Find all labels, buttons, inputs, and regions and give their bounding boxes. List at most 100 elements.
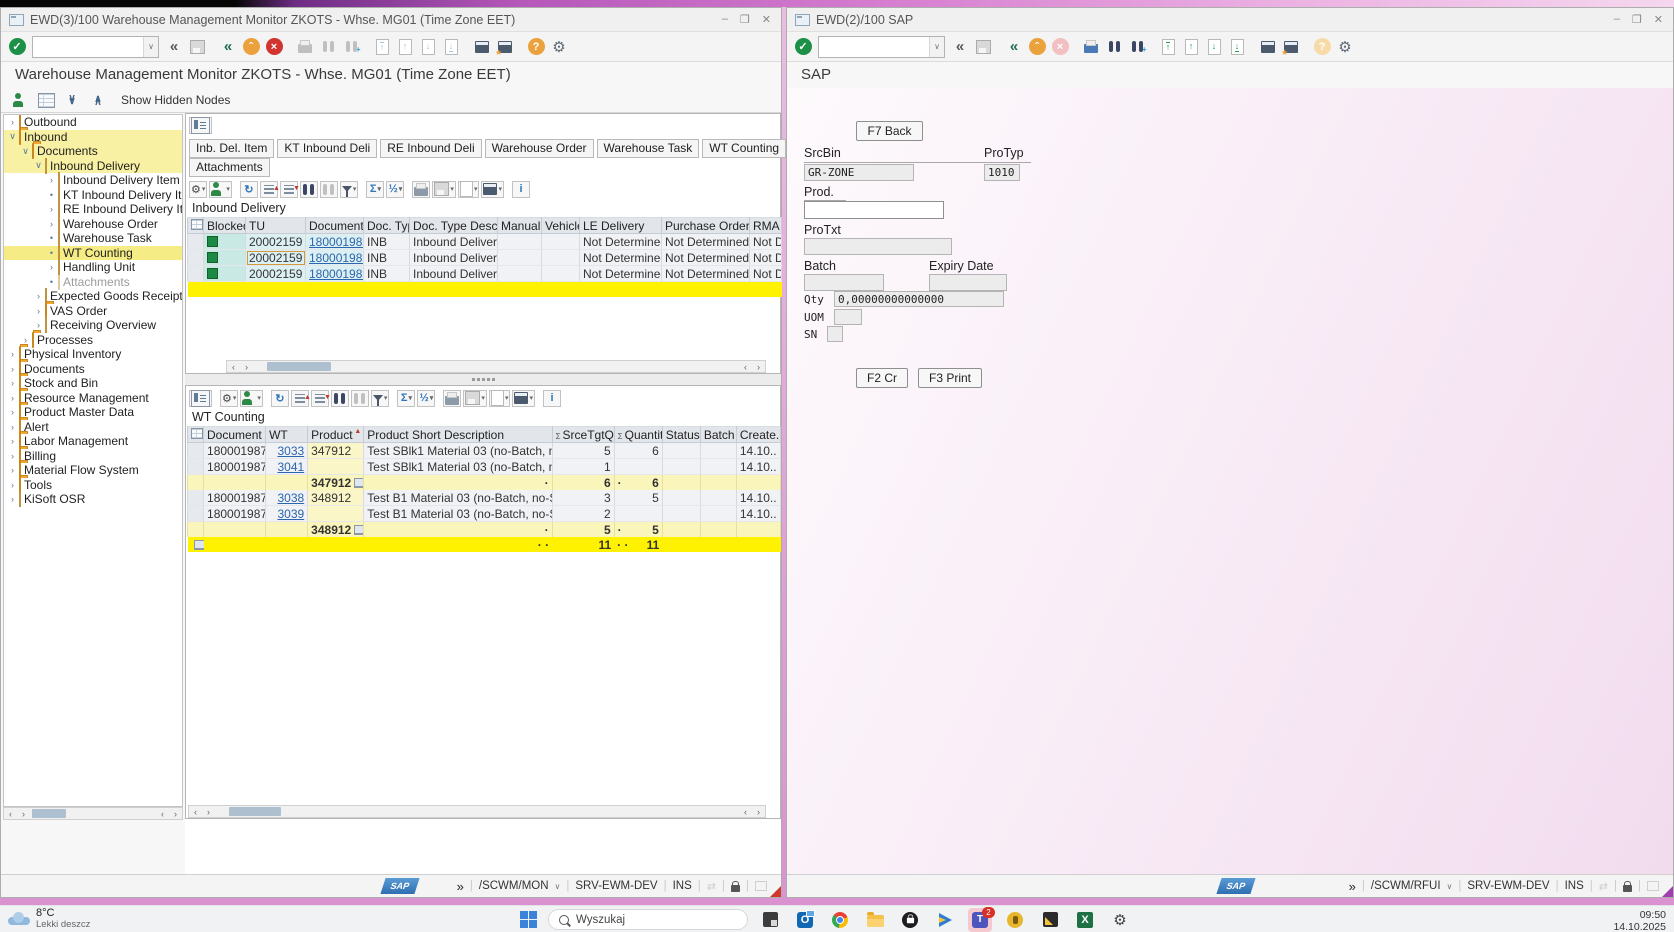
filter-icon[interactable]: ▾ (371, 390, 390, 407)
tree-item-warehouse-task[interactable]: •Warehouse Task (4, 231, 182, 246)
resize-grip[interactable] (770, 886, 781, 897)
tree-expand-icon[interactable]: › (8, 378, 17, 388)
selected-empty-row[interactable] (188, 282, 782, 298)
statusbar-expand-icon[interactable]: » (457, 879, 464, 894)
statusbar-expand-icon[interactable]: » (1349, 879, 1356, 894)
wt-link[interactable]: 3038 (277, 491, 304, 505)
find-icon[interactable] (331, 390, 349, 407)
column-header-srcetgtqty[interactable]: ΣSrceTgtQty (552, 427, 614, 443)
tree-expand-icon[interactable]: › (8, 480, 17, 490)
pagedown-icon[interactable]: ↓ (1204, 36, 1224, 57)
panel-splitter[interactable] (185, 374, 781, 385)
show-hidden-nodes-button[interactable]: Show Hidden Nodes (121, 93, 230, 107)
tree-item-handling-unit[interactable]: ›Handling Unit (4, 260, 182, 275)
collapse-subtotal-icon[interactable] (354, 478, 364, 488)
tree-expand-icon[interactable]: › (8, 436, 17, 446)
enter-icon[interactable]: ✓ (7, 36, 27, 57)
tab-kt-inbound-deli[interactable]: KT Inbound Deli (277, 139, 377, 158)
tree-collapse-icon[interactable]: ∨ (34, 160, 43, 171)
tree-item-attachments[interactable]: •Attachments (4, 275, 182, 290)
tree-item-inbound-delivery-item[interactable]: ›Inbound Delivery Item (4, 173, 182, 188)
tree-item-inbound-delivery[interactable]: ∨Inbound Delivery (4, 159, 182, 174)
export-icon[interactable]: ▾ (463, 390, 487, 407)
column-header-tu[interactable]: TU (246, 218, 306, 234)
tree-expand-icon[interactable]: › (8, 494, 17, 504)
uom-field[interactable] (834, 309, 862, 325)
table-row[interactable]: 20002159180001985INBInbound DeliveryNot … (188, 234, 782, 250)
print-icon[interactable] (443, 390, 461, 407)
subtotal-icon[interactable]: ½▾ (417, 390, 435, 407)
f3-print-button[interactable]: F3 Print (918, 368, 982, 388)
column-header-rma-nu-[interactable]: RMA Nu. (750, 218, 782, 234)
lock-icon[interactable] (731, 885, 740, 892)
back-icon[interactable]: « (218, 36, 238, 57)
sap-logon-flag-icon[interactable] (933, 908, 957, 932)
outline-view-icon[interactable] (189, 117, 212, 134)
collapse-all-icon[interactable]: ∨∨ (89, 91, 107, 109)
collapse-subtotal-icon[interactable] (354, 525, 364, 535)
outline-view-icon[interactable] (189, 390, 212, 407)
scroll-right-icon[interactable]: › (240, 361, 253, 372)
alv-settings-icon[interactable]: ⚙▾ (220, 390, 238, 407)
refresh-icon[interactable]: ↻ (271, 390, 289, 407)
column-header-vehicle[interactable]: Vehicle (542, 218, 580, 234)
taskbar-search[interactable]: Wyszukaj (548, 909, 748, 930)
findnext-icon[interactable]: + (341, 36, 361, 57)
tree-item-product-master-data[interactable]: ›Product Master Data (4, 405, 182, 420)
command-dropdown-icon[interactable]: ∨ (929, 37, 944, 57)
shortcut-icon[interactable] (1281, 36, 1301, 57)
tree-item-outbound[interactable]: ›Outbound (4, 115, 182, 130)
sn-field[interactable] (827, 326, 843, 342)
expiry-date-field[interactable] (929, 274, 1007, 291)
scroll-right-icon[interactable]: › (752, 806, 765, 817)
scroll-left-icon[interactable]: ‹ (739, 361, 752, 372)
titlebar[interactable]: EWD(2)/100 SAP – ❐ ✕ (787, 8, 1673, 32)
tree-expand-icon[interactable]: › (8, 407, 17, 417)
outlook-icon[interactable]: O (793, 908, 817, 932)
tree-expand-icon[interactable]: › (34, 306, 43, 316)
tree-item-warehouse-order[interactable]: ›Warehouse Order (4, 217, 182, 232)
row-selector[interactable] (188, 443, 204, 459)
row-selector[interactable] (188, 234, 204, 250)
teams-icon[interactable]: T2 (968, 908, 992, 932)
close-button[interactable]: ✕ (1654, 13, 1663, 26)
scroll-left-icon[interactable]: ‹ (156, 808, 169, 819)
find-icon[interactable] (1104, 36, 1124, 57)
filter-icon[interactable]: ▾ (340, 181, 359, 198)
weather-widget[interactable]: 8°C Lekki deszcz (8, 908, 90, 930)
tree-expand-icon[interactable]: › (8, 349, 17, 359)
column-header-product-short-description[interactable]: Product Short Description (364, 427, 552, 443)
scroll-right-icon[interactable]: › (169, 808, 182, 819)
tree-item-tools[interactable]: ›Tools (4, 478, 182, 493)
scroll-thumb[interactable] (32, 809, 66, 818)
pageup-icon[interactable]: ↑ (395, 36, 415, 57)
data-file-icon[interactable]: ▾ (489, 390, 511, 407)
table-row[interactable]: 20002159180001986INBInbound DeliveryNot … (188, 250, 782, 266)
info-icon[interactable]: i (512, 181, 530, 198)
tree-item-documents[interactable]: ›Documents (4, 362, 182, 377)
scroll-left-icon[interactable]: ‹ (739, 806, 752, 817)
newsession-icon[interactable] (1258, 36, 1278, 57)
tree-item-alert[interactable]: ›Alert (4, 420, 182, 435)
tree-expand-icon[interactable]: › (8, 364, 17, 374)
tree-item-re-inbound-delivery-it[interactable]: ›RE Inbound Delivery It (4, 202, 182, 217)
table-row[interactable]: 20002159180001987INBInbound DeliveryNot … (188, 266, 782, 282)
pageup-icon[interactable]: ↑ (1181, 36, 1201, 57)
command-field[interactable]: ∨ (32, 36, 159, 58)
expand-all-icon[interactable]: ∨∨ (63, 91, 81, 109)
tree-item-resource-management[interactable]: ›Resource Management (4, 391, 182, 406)
wt-link[interactable]: 3033 (277, 444, 304, 458)
scroll-thumb[interactable] (229, 807, 281, 816)
privacy-lock-icon[interactable] (898, 908, 922, 932)
tree-item-processes[interactable]: ›Processes (4, 333, 182, 348)
f7-back-button[interactable]: F7 Back (856, 121, 923, 141)
tree-expand-icon[interactable]: › (21, 335, 30, 345)
pagelast-icon[interactable]: ↓ (441, 36, 461, 57)
command-input[interactable] (33, 39, 143, 55)
exit-icon[interactable]: ˆ (1027, 36, 1047, 57)
table-row[interactable]: 1800019873033347912Test SBlk1 Material 0… (188, 443, 781, 459)
tree-expand-icon[interactable]: › (8, 465, 17, 475)
lock-icon[interactable] (1623, 885, 1632, 892)
tab-inb-del-item[interactable]: Inb. Del. Item (189, 139, 274, 158)
lower-hscrollbar[interactable]: ‹ › ‹ › (188, 805, 766, 818)
